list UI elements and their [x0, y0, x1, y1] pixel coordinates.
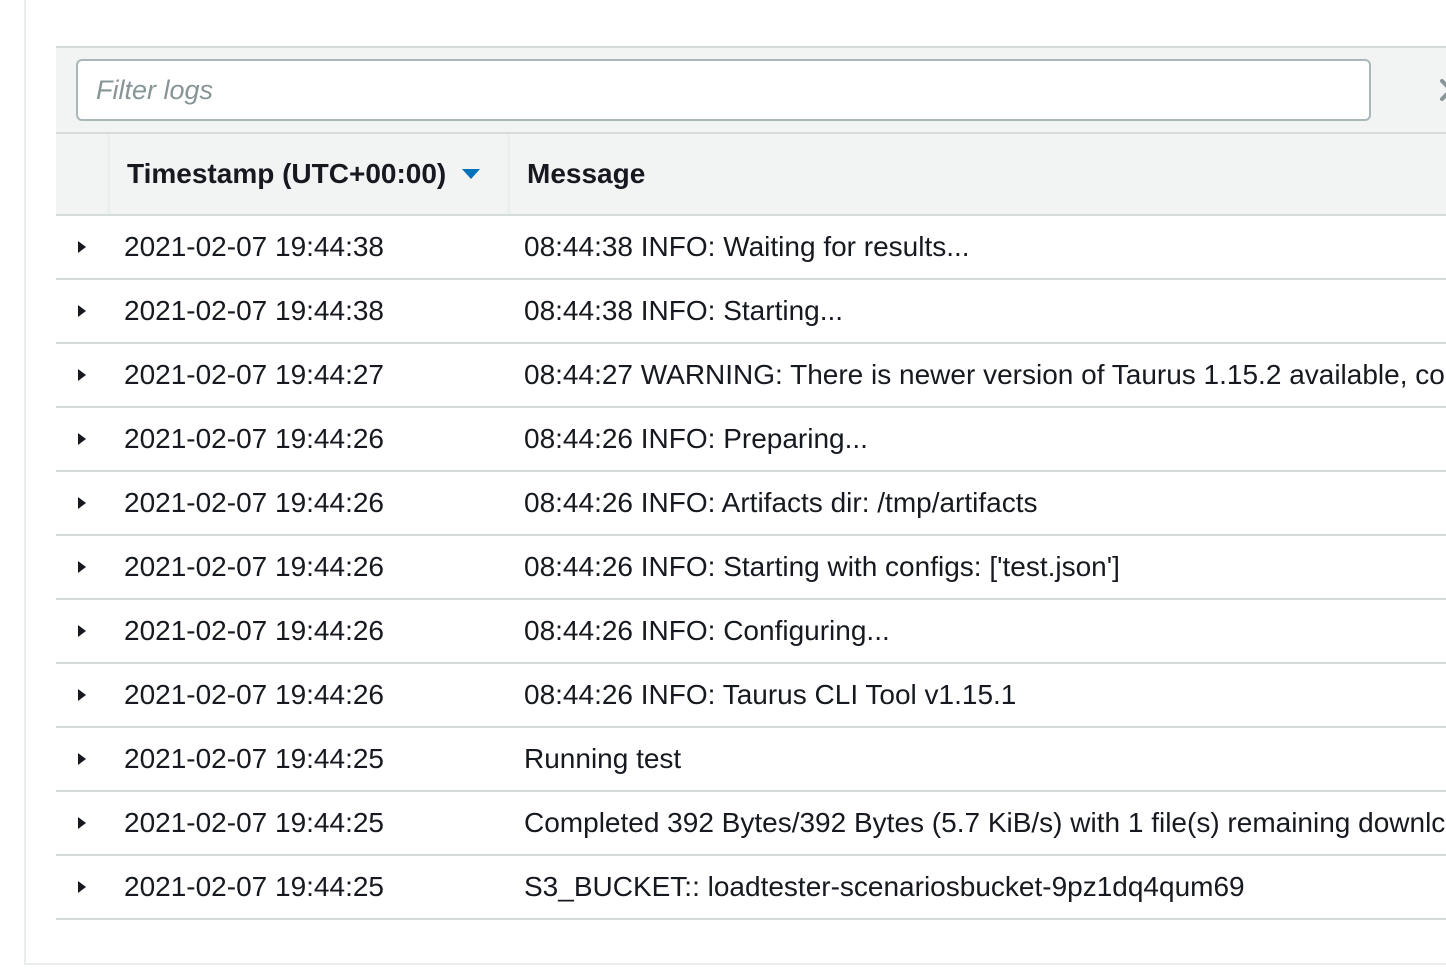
log-timestamp: 2021-02-07 19:44:26 [124, 679, 384, 710]
table-row[interactable]: 2021-02-07 19:44:26 08:44:26 INFO: Prepar… [56, 408, 1446, 472]
log-message: 08:44:26 INFO: Configuring... [524, 615, 890, 646]
timestamp-column-header[interactable]: Timestamp (UTC+00:00) [108, 134, 508, 214]
log-message: 08:44:26 INFO: Starting with configs: ['… [524, 551, 1120, 582]
caret-right-icon[interactable] [73, 302, 91, 320]
table-row[interactable]: 2021-02-07 19:44:26 08:44:26 INFO: Artifa… [56, 472, 1446, 536]
log-message: 08:44:38 INFO: Waiting for results... [524, 231, 970, 262]
caret-right-icon[interactable] [73, 494, 91, 512]
log-message: 08:44:27 WARNING: There is newer version… [524, 359, 1446, 390]
caret-right-icon[interactable] [73, 430, 91, 448]
log-events-page: Timestamp (UTC+00:00) Message 2021-02-07… [0, 0, 1446, 980]
caret-right-icon[interactable] [73, 366, 91, 384]
table-row[interactable]: 2021-02-07 19:44:26 08:44:26 INFO: Config… [56, 600, 1446, 664]
filter-logs-input[interactable] [76, 59, 1371, 121]
caret-right-icon[interactable] [73, 622, 91, 640]
table-row[interactable]: 2021-02-07 19:44:25 Running test [56, 728, 1446, 792]
log-message: 08:44:26 INFO: Preparing... [524, 423, 868, 454]
log-timestamp: 2021-02-07 19:44:26 [124, 551, 384, 582]
table-row[interactable]: 2021-02-07 19:44:25 Completed 392 Bytes/3… [56, 792, 1446, 856]
caret-right-icon[interactable] [73, 878, 91, 896]
table-row[interactable]: 2021-02-07 19:44:38 08:44:38 INFO: Starti… [56, 280, 1446, 344]
expand-column-header [56, 134, 108, 214]
caret-right-icon[interactable] [73, 558, 91, 576]
table-body: 2021-02-07 19:44:38 08:44:38 INFO: Waitin… [56, 216, 1446, 920]
timestamp-column-label: Timestamp (UTC+00:00) [127, 158, 447, 189]
log-timestamp: 2021-02-07 19:44:25 [124, 807, 384, 838]
caret-right-icon[interactable] [73, 814, 91, 832]
log-message: 08:44:26 INFO: Taurus CLI Tool v1.15.1 [524, 679, 1017, 710]
log-timestamp: 2021-02-07 19:44:26 [124, 487, 384, 518]
log-timestamp: 2021-02-07 19:44:38 [124, 295, 384, 326]
caret-right-icon[interactable] [73, 686, 91, 704]
table-row[interactable]: 2021-02-07 19:44:38 08:44:38 INFO: Waitin… [56, 216, 1446, 280]
table-row[interactable]: 2021-02-07 19:44:26 08:44:26 INFO: Taurus… [56, 664, 1446, 728]
log-timestamp: 2021-02-07 19:44:25 [124, 871, 384, 902]
log-timestamp: 2021-02-07 19:44:38 [124, 231, 384, 262]
log-timestamp: 2021-02-07 19:44:26 [124, 615, 384, 646]
table-header: Timestamp (UTC+00:00) Message [56, 132, 1446, 216]
filter-bar [56, 46, 1446, 132]
caret-right-icon[interactable] [73, 238, 91, 256]
caret-right-icon[interactable] [73, 750, 91, 768]
table-row[interactable]: 2021-02-07 19:44:26 08:44:26 INFO: Starti… [56, 536, 1446, 600]
log-message: 08:44:26 INFO: Artifacts dir: /tmp/artif… [524, 487, 1038, 518]
log-message: S3_BUCKET:: loadtester-scenariosbucket-9… [524, 871, 1245, 902]
log-events-table: Timestamp (UTC+00:00) Message 2021-02-07… [56, 46, 1446, 920]
log-timestamp: 2021-02-07 19:44:27 [124, 359, 384, 390]
message-column-label: Message [527, 158, 646, 189]
log-message: Completed 392 Bytes/392 Bytes (5.7 KiB/s… [524, 807, 1446, 838]
log-timestamp: 2021-02-07 19:44:25 [124, 743, 384, 774]
close-icon[interactable] [1436, 75, 1446, 105]
caret-down-icon [462, 169, 481, 179]
message-column-header: Message [508, 134, 1446, 214]
table-row[interactable]: 2021-02-07 19:44:27 08:44:27 WARNING: The… [56, 344, 1446, 408]
log-message: Running test [524, 743, 682, 774]
log-message: 08:44:38 INFO: Starting... [524, 295, 844, 326]
log-timestamp: 2021-02-07 19:44:26 [124, 423, 384, 454]
table-row[interactable]: 2021-02-07 19:44:25 S3_BUCKET:: loadteste… [56, 856, 1446, 920]
